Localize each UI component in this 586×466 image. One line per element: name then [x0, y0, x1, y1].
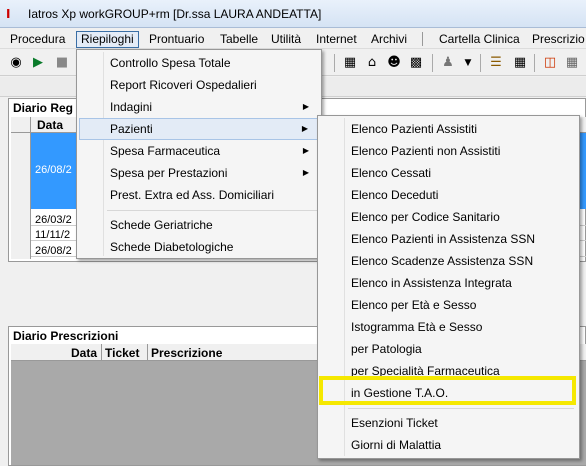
table-cell-date: 11/11/2 [35, 229, 71, 241]
menu-item-assistenza-ssn[interactable]: Elenco Pazienti in Assistenza SSN [320, 228, 577, 250]
house-icon[interactable]: ⌂ [362, 53, 382, 73]
stop-icon[interactable]: ■ [52, 53, 72, 73]
toolbar-separator [480, 54, 481, 72]
menu-item-label: Elenco Cessati [351, 166, 432, 180]
chevron-down-icon[interactable]: ▼ [458, 53, 478, 73]
pazienti-submenu: Elenco Pazienti Assistiti Elenco Pazient… [317, 115, 580, 459]
menu-item-eta-sesso[interactable]: Elenco per Età e Sesso [320, 294, 577, 316]
menu-item-elenco-cessati[interactable]: Elenco Cessati [320, 162, 577, 184]
column-divider [101, 344, 102, 361]
menu-item-schede-geriatriche[interactable]: Schede Geriatriche [79, 214, 319, 236]
column-divider [147, 344, 148, 361]
title-bar: I Iatros Xp workGROUP+rm [Dr.ssa LAURA A… [0, 0, 586, 28]
toolbar-separator [334, 54, 335, 72]
menu-item-label: Elenco Pazienti in Assistenza SSN [351, 232, 536, 246]
column-header-date[interactable]: Data [37, 118, 63, 132]
submenu-arrow-icon: ▶ [301, 124, 308, 133]
column-header-date[interactable]: Data [71, 346, 97, 360]
column-header-prescrizione[interactable]: Prescrizione [151, 346, 222, 360]
toolbar-separator [432, 54, 433, 72]
table-cell-date: 26/03/2 [35, 214, 72, 226]
menu-archivi[interactable]: Archivi [367, 31, 411, 48]
binoculars-icon[interactable]: ◉ [6, 53, 26, 73]
menu-item-pazienti-non-assistiti[interactable]: Elenco Pazienti non Assistiti [320, 140, 577, 162]
menu-prescrizioni[interactable]: Prescrizio [528, 31, 586, 48]
menu-item-giorni-malattia[interactable]: Giorni di Malattia [320, 434, 577, 456]
menu-separator [422, 32, 423, 46]
menu-item-report-ricoveri[interactable]: Report Ricoveri Ospedalieri [79, 74, 319, 96]
menu-item-istogramma[interactable]: Istogramma Età e Sesso [320, 316, 577, 338]
panel-title: Diario Reg [13, 101, 74, 115]
menu-separator [348, 408, 574, 409]
menu-riepiloghi[interactable]: Riepiloghi [76, 31, 139, 48]
document-icon[interactable]: ◫ [540, 53, 560, 73]
menu-item-label: Schede Geriatriche [110, 218, 213, 232]
grid-icon[interactable]: ▦ [562, 53, 582, 73]
menu-item-label: Elenco per Codice Sanitario [351, 210, 500, 224]
panel-title: Diario Prescrizioni [13, 329, 119, 343]
table-cell-date: 26/08/2 [35, 245, 72, 257]
submenu-arrow-icon: ▶ [302, 146, 309, 155]
menu-item-assistenza-integrata[interactable]: Elenco in Assistenza Integrata [320, 272, 577, 294]
book-icon[interactable]: ☰ [486, 53, 506, 73]
menu-item-label: Elenco Scadenze Assistenza SSN [351, 254, 534, 268]
calculator-icon[interactable]: ▦ [340, 53, 360, 73]
menu-item-label: Report Ricoveri Ospedalieri [110, 78, 257, 92]
highlight-annotation [319, 376, 576, 405]
row-selector-header [13, 117, 31, 133]
menu-item-label: Controllo Spesa Totale [110, 56, 231, 70]
menu-procedura[interactable]: Procedura [6, 31, 69, 48]
menu-internet[interactable]: Internet [312, 31, 361, 48]
menu-item-codice-sanitario[interactable]: Elenco per Codice Sanitario [320, 206, 577, 228]
menu-item-label: Elenco per Età e Sesso [351, 298, 477, 312]
app-icon: I [6, 7, 11, 21]
menu-prontuario[interactable]: Prontuario [145, 31, 208, 48]
submenu-arrow-icon: ▶ [302, 168, 309, 177]
menu-item-label: Istogramma Età e Sesso [351, 320, 483, 334]
menu-item-label: Pazienti [110, 122, 153, 136]
menu-item-scadenze-ssn[interactable]: Elenco Scadenze Assistenza SSN [320, 250, 577, 272]
toolbar-separator [534, 54, 535, 72]
menu-item-label: Prest. Extra ed Ass. Domiciliari [110, 188, 275, 202]
menu-tabelle[interactable]: Tabelle [216, 31, 262, 48]
menu-item-spesa-prestazioni[interactable]: Spesa per Prestazioni ▶ [79, 162, 319, 184]
calendar-icon[interactable]: ▦ [510, 53, 530, 73]
menu-item-prest-extra[interactable]: Prest. Extra ed Ass. Domiciliari [79, 184, 319, 206]
menu-utilita[interactable]: Utilità [267, 31, 305, 48]
menu-item-label: Spesa per Prestazioni [110, 166, 228, 180]
menu-item-schede-diabetologiche[interactable]: Schede Diabetologiche [79, 236, 319, 258]
submenu-arrow-icon: ▶ [302, 102, 309, 111]
user-icon[interactable]: ♟ [438, 53, 458, 73]
person-icon[interactable]: ☻ [384, 53, 404, 73]
menu-item-spesa-farmaceutica[interactable]: Spesa Farmaceutica ▶ [79, 140, 319, 162]
menu-item-label: Elenco Pazienti Assistiti [351, 122, 478, 136]
forward-star-icon[interactable]: ▶ [28, 53, 48, 73]
menu-item-pazienti[interactable]: Pazienti ▶ [79, 118, 319, 140]
menu-item-label: Indagini [110, 100, 153, 114]
menu-item-label: Schede Diabetologiche [110, 240, 234, 254]
menu-separator [107, 210, 317, 211]
menu-item-elenco-deceduti[interactable]: Elenco Deceduti [320, 184, 577, 206]
menu-item-label: Elenco Deceduti [351, 188, 439, 202]
row-selector-column [11, 133, 31, 259]
riepiloghi-menu: Controllo Spesa Totale Report Ricoveri O… [76, 49, 322, 259]
table-cell-date: 26/08/2 [35, 164, 72, 176]
menu-item-label: Spesa Farmaceutica [110, 144, 221, 158]
menu-item-indagini[interactable]: Indagini ▶ [79, 96, 319, 118]
menu-item-label: per Patologia [351, 342, 422, 356]
menu-item-label: Giorni di Malattia [351, 438, 442, 452]
menu-item-label: Elenco Pazienti non Assistiti [351, 144, 501, 158]
menu-cartella-clinica[interactable]: Cartella Clinica [435, 31, 524, 48]
menu-item-controllo-spesa-totale[interactable]: Controllo Spesa Totale [79, 52, 319, 74]
column-header-ticket[interactable]: Ticket [105, 346, 139, 360]
menu-item-label: Elenco in Assistenza Integrata [351, 276, 512, 290]
menu-item-label: Esenzioni Ticket [351, 416, 438, 430]
menu-item-patologia[interactable]: per Patologia [320, 338, 577, 360]
menu-item-esenzioni-ticket[interactable]: Esenzioni Ticket [320, 412, 577, 434]
menu-bar: Procedura Riepiloghi Prontuario Tabelle … [0, 29, 586, 49]
card-icon[interactable]: ▩ [406, 53, 426, 73]
menu-item-pazienti-assistiti[interactable]: Elenco Pazienti Assistiti [320, 118, 577, 140]
window-title: Iatros Xp workGROUP+rm [Dr.ssa LAURA AND… [28, 7, 322, 21]
